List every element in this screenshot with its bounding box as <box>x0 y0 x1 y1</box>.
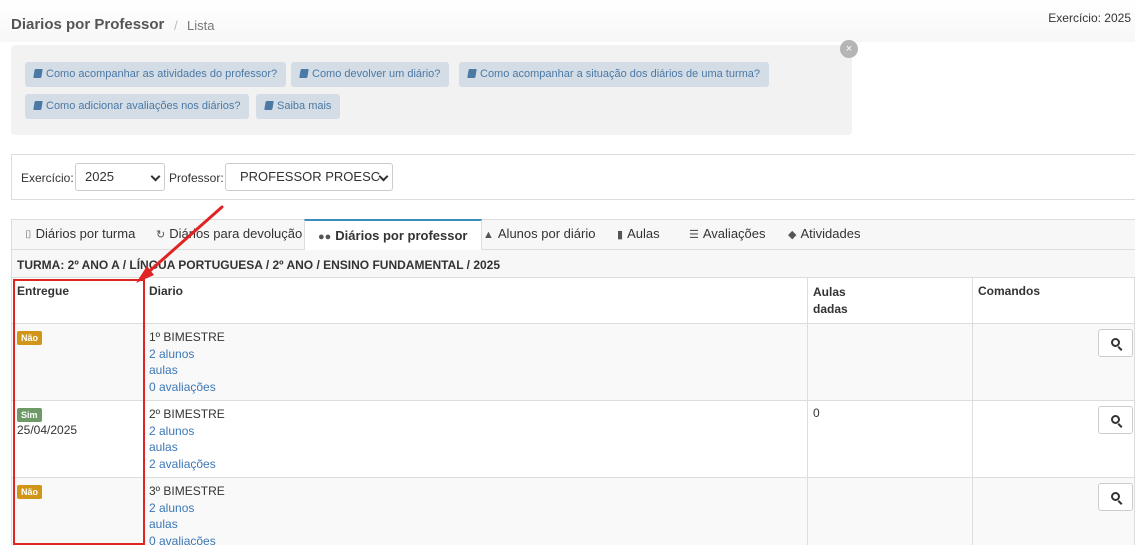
bimestre-label: 2º BIMESTRE <box>149 407 225 421</box>
top-bar <box>0 0 1135 42</box>
view-diario-button[interactable] <box>1098 406 1133 434</box>
help-link-situacao[interactable]: Como acompanhar a situação dos diários d… <box>459 62 770 87</box>
column-header-aulas-dadas: Aulas dadas <box>807 278 973 324</box>
comandos-cell <box>972 323 1135 401</box>
page-title: Diarios por Professor <box>11 16 165 33</box>
bimestre-label: 1º BIMESTRE <box>149 330 225 344</box>
diario-cell: 3º BIMESTRE 2 alunos aulas 0 avaliações <box>143 477 808 545</box>
exercicio-indicator: Exercício: 2025 <box>1048 11 1131 25</box>
professor-select[interactable]: PROFESSOR PROESC <box>225 163 393 191</box>
tab-diarios-por-turma[interactable]: ⌷ Diários por turma <box>25 219 135 250</box>
help-link-avaliacoes[interactable]: Como adicionar avaliações nos diários? <box>25 94 250 119</box>
avaliacoes-link[interactable]: 2 avaliações <box>149 456 802 473</box>
chevron-down-icon <box>150 171 161 182</box>
aulas-link[interactable]: aulas <box>149 516 802 533</box>
entregue-cell: Sim 25/04/2025 <box>11 400 144 478</box>
column-header-comandos: Comandos <box>972 278 1135 324</box>
help-link-saiba-mais[interactable]: Saiba mais <box>256 94 341 119</box>
tab-diarios-por-professor[interactable]: ●● Diários por professor <box>304 219 482 251</box>
diario-cell: 2º BIMESTRE 2 alunos aulas 2 avaliações <box>143 400 808 478</box>
status-badge: Não <box>17 485 43 499</box>
avaliacoes-link[interactable]: 0 avaliações <box>149 379 802 396</box>
entregue-cell: Não <box>11 323 144 401</box>
help-link-devolver[interactable]: Como devolver um diário? <box>291 62 450 87</box>
close-help-button[interactable]: × <box>840 40 858 58</box>
graduation-cap-icon: ▲ <box>483 229 494 241</box>
view-diario-button[interactable] <box>1098 483 1133 511</box>
exercicio-select[interactable]: 2025 <box>75 163 165 191</box>
tab-avaliacoes[interactable]: ☰ Avaliações <box>689 219 766 250</box>
tab-diarios-para-devolucao[interactable]: ↻ Diários para devolução <box>156 219 302 250</box>
comandos-cell <box>972 400 1135 478</box>
aulas-dadas-cell <box>807 477 973 545</box>
book-icon: ▮ <box>617 229 624 241</box>
table-row: Não 3º BIMESTRE 2 alunos aulas 0 avaliaç… <box>11 477 1135 545</box>
exercicio-label: Exercício: <box>21 171 74 185</box>
tab-aulas[interactable]: ▮ Aulas <box>617 219 660 250</box>
bookmark-icon: ⌷ <box>25 229 32 241</box>
professor-label: Professor: <box>169 171 224 185</box>
aulas-link[interactable]: aulas <box>149 439 802 456</box>
column-header-diario: Diario <box>143 278 808 324</box>
list-icon: ☰ <box>689 229 699 241</box>
turma-title: TURMA: 2º ANO A / LÍNGUA PORTUGUESA / 2º… <box>17 258 501 272</box>
bell-icon: ◆ <box>788 229 797 241</box>
entregue-date: 25/04/2025 <box>17 423 78 437</box>
book-icon <box>264 101 274 110</box>
avaliacoes-link[interactable]: 0 avaliações <box>149 533 802 545</box>
diarios-table: Entregue Diario Aulas dadas Comandos Não … <box>11 278 1135 545</box>
table-header-row: Entregue Diario Aulas dadas Comandos <box>11 278 1135 324</box>
help-link-atividades[interactable]: Como acompanhar as atividades do profess… <box>25 62 287 87</box>
view-diario-button[interactable] <box>1098 329 1133 357</box>
table-row: Não 1º BIMESTRE 2 alunos aulas 0 avaliaç… <box>11 323 1135 401</box>
book-icon <box>467 69 477 78</box>
users-icon: ●● <box>318 231 332 243</box>
tab-atividades[interactable]: ◆ Atividades <box>788 219 860 250</box>
refresh-icon: ↻ <box>156 229 166 241</box>
bimestre-label: 3º BIMESTRE <box>149 484 225 498</box>
diario-cell: 1º BIMESTRE 2 alunos aulas 0 avaliações <box>143 323 808 401</box>
column-header-entregue: Entregue <box>11 278 144 324</box>
book-icon <box>299 69 309 78</box>
table-row: Sim 25/04/2025 2º BIMESTRE 2 alunos aula… <box>11 400 1135 478</box>
book-icon <box>33 101 43 110</box>
alunos-link[interactable]: 2 alunos <box>149 500 802 517</box>
book-icon <box>33 69 43 78</box>
aulas-dadas-cell: 0 <box>807 400 973 478</box>
aulas-link[interactable]: aulas <box>149 362 802 379</box>
tab-alunos-por-diario[interactable]: ▲ Alunos por diário <box>483 219 595 250</box>
entregue-cell: Não <box>11 477 144 545</box>
breadcrumb-current: Lista <box>187 18 215 33</box>
status-badge: Não <box>17 331 43 345</box>
status-badge: Sim <box>17 408 42 422</box>
comandos-cell <box>972 477 1135 545</box>
alunos-link[interactable]: 2 alunos <box>149 346 802 363</box>
help-panel <box>11 45 852 135</box>
alunos-link[interactable]: 2 alunos <box>149 423 802 440</box>
breadcrumb-separator: / <box>174 18 178 33</box>
aulas-dadas-cell <box>807 323 973 401</box>
